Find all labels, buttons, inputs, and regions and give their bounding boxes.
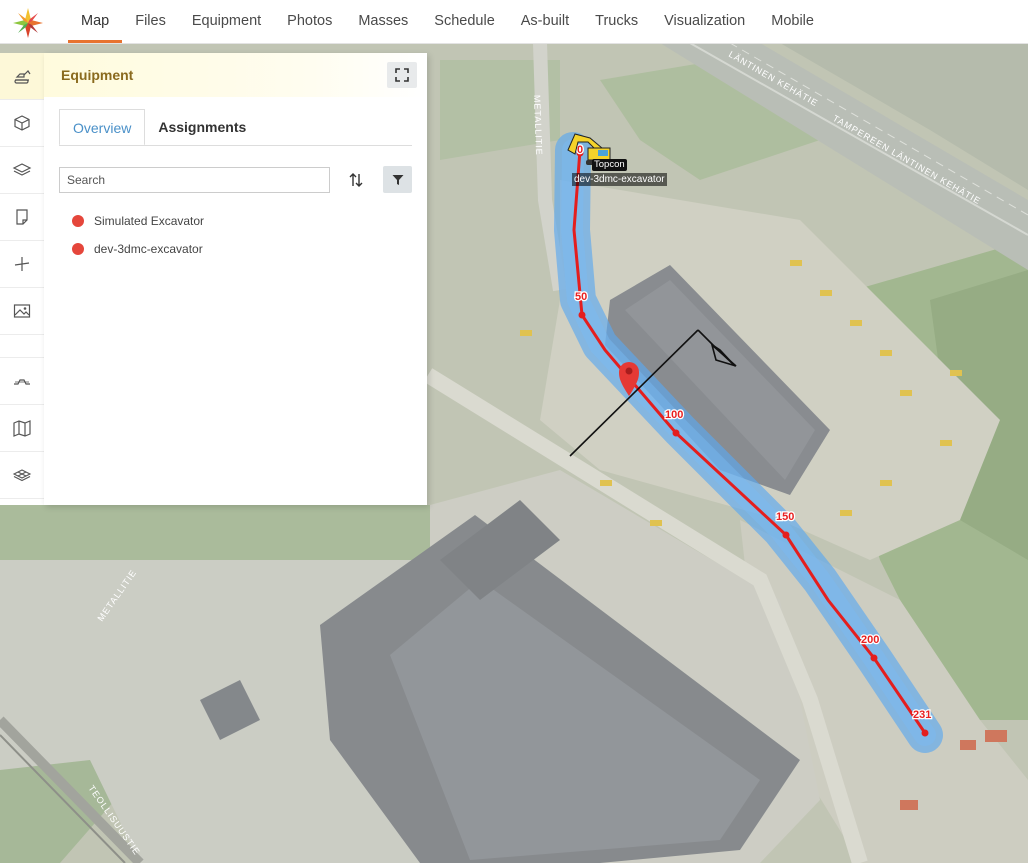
rail-photos-button[interactable] — [0, 288, 44, 335]
tabs-divider — [59, 145, 412, 146]
nav-map[interactable]: Map — [68, 0, 123, 43]
status-dot — [72, 243, 84, 255]
tab-assignments[interactable]: Assignments — [145, 109, 259, 146]
nav-photos[interactable]: Photos — [274, 0, 345, 43]
panel-title: Equipment — [61, 67, 134, 83]
note-icon — [16, 209, 28, 225]
station-label-200: 200 — [861, 634, 879, 646]
status-dot — [72, 215, 84, 227]
nav-trucks[interactable]: Trucks — [582, 0, 651, 43]
layers-icon — [12, 163, 32, 176]
equipment-list: Simulated Excavator dev-3dmc-excavator — [72, 207, 204, 263]
expand-panel-button[interactable] — [387, 62, 417, 88]
station-marker-50[interactable] — [578, 311, 586, 319]
nav-mobile[interactable]: Mobile — [758, 0, 827, 43]
rail-points-button[interactable] — [0, 241, 44, 288]
crosshair-icon — [14, 257, 30, 271]
rail-map-button[interactable] — [0, 405, 44, 452]
cross-section-icon — [14, 379, 30, 385]
panel-header: Equipment — [44, 53, 427, 97]
nav-equipment[interactable]: Equipment — [179, 0, 274, 43]
equipment-panel: Equipment Overview Assignments Simulated… — [44, 53, 427, 505]
expand-icon — [395, 68, 409, 82]
nav-masses[interactable]: Masses — [345, 0, 421, 43]
station-marker-100[interactable] — [672, 429, 680, 437]
rail-cross-section-button[interactable] — [0, 358, 44, 405]
station-label-150: 150 — [776, 511, 794, 523]
equipment-name: Simulated Excavator — [94, 214, 205, 228]
tab-overview[interactable]: Overview — [59, 109, 146, 146]
nav-schedule[interactable]: Schedule — [421, 0, 507, 43]
station-marker-200[interactable] — [870, 654, 878, 662]
main-nav: Map Files Equipment Photos Masses Schedu… — [68, 0, 827, 43]
rail-layers-button[interactable] — [0, 147, 44, 194]
station-label-0: 0 — [577, 144, 583, 156]
station-marker-150[interactable] — [782, 531, 790, 539]
sort-arrows-icon — [349, 173, 363, 187]
list-item[interactable]: Simulated Excavator — [72, 207, 204, 235]
compass-star-logo[interactable] — [12, 7, 44, 39]
vehicle-name-label[interactable]: dev-3dmc-excavator — [572, 173, 667, 186]
vehicle-brand-tag[interactable]: Topcon — [592, 159, 627, 171]
cube-icon — [14, 115, 30, 131]
tool-rail — [0, 53, 45, 505]
station-label-100: 100 — [665, 409, 683, 421]
sort-button[interactable] — [342, 167, 370, 193]
rail-notes-button[interactable] — [0, 194, 44, 241]
list-item[interactable]: dev-3dmc-excavator — [72, 235, 204, 263]
nav-visualization[interactable]: Visualization — [651, 0, 758, 43]
filter-button[interactable] — [383, 166, 412, 193]
image-icon — [13, 304, 31, 318]
rail-equipment-button[interactable] — [0, 53, 44, 100]
rail-3d-button[interactable] — [0, 100, 44, 147]
panel-tabs: Overview Assignments — [59, 109, 259, 146]
station-label-50: 50 — [575, 291, 587, 303]
equipment-name: dev-3dmc-excavator — [94, 242, 203, 256]
nav-files[interactable]: Files — [122, 0, 179, 43]
filter-icon — [392, 174, 403, 185]
rail-surfaces-button[interactable] — [0, 452, 44, 499]
search-input[interactable] — [59, 167, 330, 193]
stack-icon — [12, 469, 32, 482]
station-label-231: 231 — [913, 709, 931, 721]
nav-as-built[interactable]: As-built — [508, 0, 582, 43]
map-icon — [13, 420, 31, 437]
station-marker-231[interactable] — [921, 729, 929, 737]
excavator-icon — [14, 70, 31, 84]
top-navigation-bar: Map Files Equipment Photos Masses Schedu… — [0, 0, 1028, 44]
